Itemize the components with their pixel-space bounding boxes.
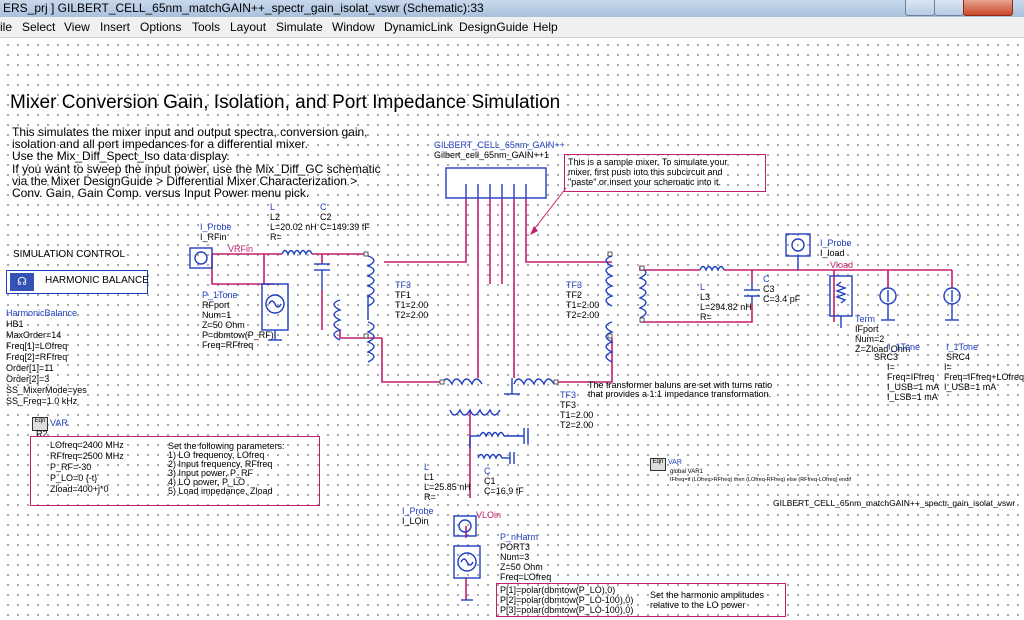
src4-label: Freq=IFfreq+LOfreq [944,372,1024,382]
src4-label: I_USB=1 mA [944,382,997,392]
lo-port-p: P[3]=polar(dbmtow(P_LO-100),0) [500,605,634,615]
load-probe-label: I_Probe [820,238,852,248]
rf-port-label: P_1Tone [202,290,238,300]
c2-label: C [320,202,327,212]
tf1-label: TF3 [395,280,412,290]
l3-label: L [700,282,706,292]
term-label: Num=2 [855,334,885,344]
tf2-label: TF3 [566,280,583,290]
l2-label: L [270,202,276,212]
src4-label: I_1Tone [946,342,979,352]
lo-port-p: P[1]=polar(dbmtow(P_LO),0) [500,585,616,595]
src4-label: I= [944,362,952,372]
menu-file[interactable]: ile [0,20,12,34]
src3-label: I= [887,362,895,372]
tf3-label: TF3 [560,390,577,400]
c1-label: C [484,466,491,476]
rf-port-label: Freq=RFfreq [202,340,254,350]
menu-options[interactable]: Options [140,20,181,34]
tf3-label: TF3 [560,400,577,410]
rf-port-label: RFport [202,300,230,310]
maximize-button[interactable] [934,0,964,16]
l3-label: L3 [700,292,711,302]
src3-label: I_1Tone [888,342,921,352]
lo-port-label: P_nHarm [500,532,539,542]
lo-probe-label: I_LOin [402,516,429,526]
schematic-name: GILBERT_CELL_65nm_matchGAIN++_spectr_gai… [773,498,1016,508]
tf2-label: T2=2.00 [566,310,600,320]
menu-insert[interactable]: Insert [100,20,130,34]
src3-label: I_USB=1 mA [887,382,940,392]
title-bar: ERS_prj ] GILBERT_CELL_65nm_matchGAIN++_… [0,0,1024,18]
l2-label: L2 [270,212,281,222]
lo-port-label: Z=50 Ohm [500,562,543,572]
lo-port-label: Freq=LOfreq [500,572,552,582]
src3-label: I_LSB=1 mA [887,392,938,402]
tf3-label: T1=2.00 [560,410,594,420]
menu-dynamiclink[interactable]: DynamicLink [384,20,453,34]
minimize-button[interactable] [905,0,935,16]
src3-label: SRC3 [874,352,899,362]
menu-view[interactable]: View [64,20,90,34]
l1-label: L [424,462,430,472]
l1-label: L=25.85 nH [424,482,471,492]
lo-port-label: PORT3 [500,542,530,552]
load-node-label: Vload [830,260,854,270]
menu-tools[interactable]: Tools [192,20,220,34]
tf2-label: TF2 [566,290,583,300]
tf2-label: T1=2.00 [566,300,600,310]
c1-label: C1 [484,476,496,486]
l2-label: L=20.02 nH [270,222,317,232]
lo-port-p: P[2]=polar(dbmtow(P_LO-100),0) [500,595,634,605]
harm-note: relative to the LO power [650,600,746,610]
l3-label: R= [700,312,712,322]
lo-probe-label: I_Probe [402,506,434,516]
c2-label: C=149.39 fF [320,222,370,232]
lo-node-label: VLOin [476,510,502,520]
lo-port-label: Num=3 [500,552,530,562]
tf1-label: TF1 [395,290,412,300]
src3-label: Freq=IFfreq [887,372,935,382]
term-label: Term [855,314,875,324]
rf-port-label: Num=1 [202,310,232,320]
rf-probe-label: I_Probe [200,222,232,232]
tf1-label: T2=2.00 [395,310,429,320]
schematic-canvas[interactable]: Mixer Conversion Gain, Isolation, and Po… [0,38,1024,620]
src4-label: SRC4 [946,352,971,362]
tf1-label: T1=2.00 [395,300,429,310]
c3-label: C=3.4 pF [763,294,801,304]
menu-simulate[interactable]: Simulate [276,20,323,34]
load-probe-label: I_load [820,248,845,258]
c1-label: C=16.9 fF [484,486,524,496]
l1-label: L1 [424,472,435,482]
window-title: ERS_prj ] GILBERT_CELL_65nm_matchGAIN++_… [3,1,484,15]
menu-select[interactable]: Select [22,20,55,34]
c2-label: C2 [320,212,332,222]
term-label: IFport [855,324,879,334]
menu-window[interactable]: Window [332,20,375,34]
menu-help[interactable]: Help [533,20,558,34]
rf-node-label: VRFin [228,244,254,254]
c3-label: C [763,274,770,284]
rf-probe-label: I_RFin [200,232,227,242]
l3-label: L=294.82 nH [700,302,752,312]
tf3-label: T2=2.00 [560,420,594,430]
rf-port-label: Z=50 Ohm [202,320,245,330]
close-button[interactable] [963,0,1013,16]
l1-label: R= [424,492,436,502]
menu-designguide[interactable]: DesignGuide [459,20,528,34]
rf-port-label: P=dbmtow(P_RF) [202,330,274,340]
tf-note: that provides a 1:1 impedance transforma… [588,389,772,399]
harm-note: Set the harmonic amplitudes [650,590,765,600]
c3-label: C3 [763,284,775,294]
menu-bar: ile Select View Insert Options Tools Lay… [0,17,1024,38]
l2-label: R= [270,232,282,242]
menu-layout[interactable]: Layout [230,20,266,34]
